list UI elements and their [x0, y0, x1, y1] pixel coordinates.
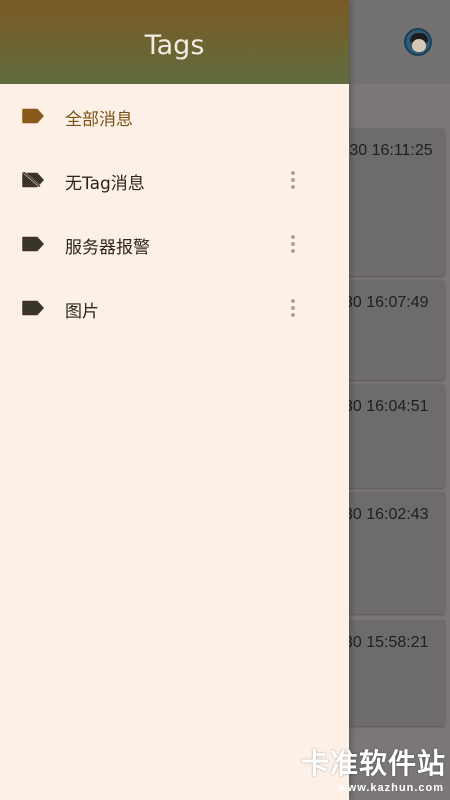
- message-time: 30 15:58:21: [344, 634, 429, 651]
- tags-drawer: Tags 全部消息 无Tag消息 服务器报警 图片: [0, 0, 349, 800]
- message-time: 30 16:02:43: [344, 506, 429, 523]
- more-vert-icon[interactable]: [286, 298, 300, 318]
- more-vert-icon[interactable]: [286, 170, 300, 190]
- watermark-title: 卡准软件站: [300, 747, 446, 780]
- drawer-item-label: 无Tag消息: [65, 174, 145, 194]
- tag-icon: [22, 108, 44, 124]
- more-vert-icon[interactable]: [286, 234, 300, 254]
- drawer-header: Tags: [0, 0, 349, 84]
- drawer-item-untagged[interactable]: 无Tag消息: [0, 148, 349, 212]
- message-time: -30 16:11:25: [344, 142, 433, 159]
- drawer-item-label: 全部消息: [65, 110, 133, 130]
- drawer-item-label: 图片: [65, 302, 99, 322]
- avatar[interactable]: [404, 28, 432, 56]
- drawer-item-all-messages[interactable]: 全部消息: [0, 84, 349, 148]
- drawer-title: Tags: [144, 30, 205, 61]
- tag-off-icon: [22, 172, 44, 188]
- message-time: 30 16:07:49: [344, 294, 429, 311]
- tag-icon: [22, 236, 44, 252]
- message-time: 30 16:04:51: [344, 398, 429, 415]
- drawer-item-label: 服务器报警: [65, 238, 150, 258]
- drawer-item-images[interactable]: 图片: [0, 276, 349, 340]
- avatar-face: [412, 39, 426, 52]
- drawer-item-server-alerts[interactable]: 服务器报警: [0, 212, 349, 276]
- watermark: 卡准软件站 www.kazhun.com: [290, 742, 450, 800]
- watermark-url: www.kazhun.com: [338, 782, 444, 794]
- tag-icon: [22, 300, 44, 316]
